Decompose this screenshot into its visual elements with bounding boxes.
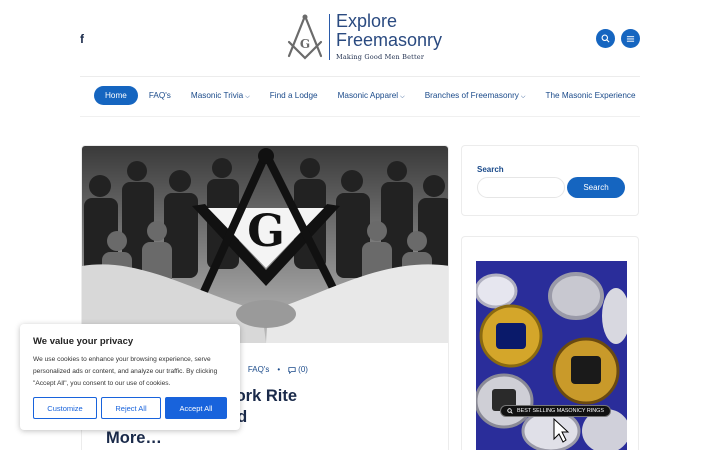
article-meta: • FAQ's • (0): [237, 365, 316, 374]
facebook-icon[interactable]: f: [80, 32, 84, 46]
logo-tagline: Making Good Men Better: [336, 53, 425, 61]
menu-icon: [626, 36, 635, 42]
logo-divider: [329, 14, 330, 60]
chevron-down-icon: ⌵: [520, 93, 526, 100]
cookie-accept-button[interactable]: Accept All: [165, 397, 227, 419]
nav-item-find-a-lodge[interactable]: Find a Lodge: [270, 91, 318, 100]
nav-item-masonic-trivia[interactable]: Masonic Trivia ⌵: [191, 91, 250, 101]
article-category-link[interactable]: FAQ's: [248, 365, 270, 374]
sidebar-search-widget: Search Search: [461, 145, 639, 216]
ad-caption-badge[interactable]: BEST SELLING MASONICY RINGS: [500, 405, 611, 417]
header-divider: [80, 76, 640, 77]
nav-item-home[interactable]: Home: [94, 86, 138, 105]
square-compass-logo-icon: G: [287, 14, 323, 60]
main-nav: Home FAQ's Masonic Trivia ⌵ Find a Lodge …: [94, 86, 656, 105]
logo-text: Explore Freemasonry Making Good Men Bett…: [336, 11, 443, 62]
header-menu-button[interactable]: [621, 29, 640, 48]
chevron-down-icon: ⌵: [245, 93, 250, 100]
meta-separator: •: [277, 365, 281, 374]
cookie-consent-banner: We value your privacy We use cookies to …: [20, 324, 240, 430]
site-logo[interactable]: G Explore Freemasonry Making Good Men Be…: [285, 12, 442, 62]
cookie-reject-button[interactable]: Reject All: [101, 397, 161, 419]
article-comment-count[interactable]: (0): [298, 365, 308, 374]
logo-line-1: Explore: [336, 11, 398, 31]
cookie-customize-button[interactable]: Customize: [33, 397, 97, 419]
ad-caption-text: BEST SELLING MASONICY RINGS: [517, 408, 604, 414]
page: f G Explore Freemasonry Making Good Men …: [0, 0, 720, 450]
sidebar-search-input[interactable]: [477, 177, 565, 198]
search-icon: [601, 34, 610, 43]
cookie-title: We value your privacy: [33, 336, 134, 347]
comment-icon: [288, 366, 296, 374]
svg-text:G: G: [300, 37, 310, 51]
nav-item-masonic-experience[interactable]: The Masonic Experience: [545, 91, 635, 100]
nav-item-faqs[interactable]: FAQ's: [149, 91, 171, 100]
logo-line-2: Freemasonry: [336, 30, 443, 50]
chevron-down-icon: ⌵: [400, 93, 405, 100]
header-search-button[interactable]: [596, 29, 615, 48]
sidebar-search-label: Search: [477, 165, 504, 174]
nav-item-branches[interactable]: Branches of Freemasonry ⌵: [425, 91, 526, 101]
article-hero-image[interactable]: G: [82, 146, 449, 343]
nav-item-masonic-apparel[interactable]: Masonic Apparel ⌵: [338, 91, 405, 101]
nav-divider: [80, 116, 640, 117]
cookie-body: We use cookies to enhance your browsing …: [33, 356, 218, 387]
svg-text:G: G: [247, 206, 285, 257]
search-icon: [507, 408, 513, 414]
sidebar-search-button[interactable]: Search: [567, 177, 625, 198]
masonic-rings-ad-image[interactable]: [476, 261, 627, 450]
